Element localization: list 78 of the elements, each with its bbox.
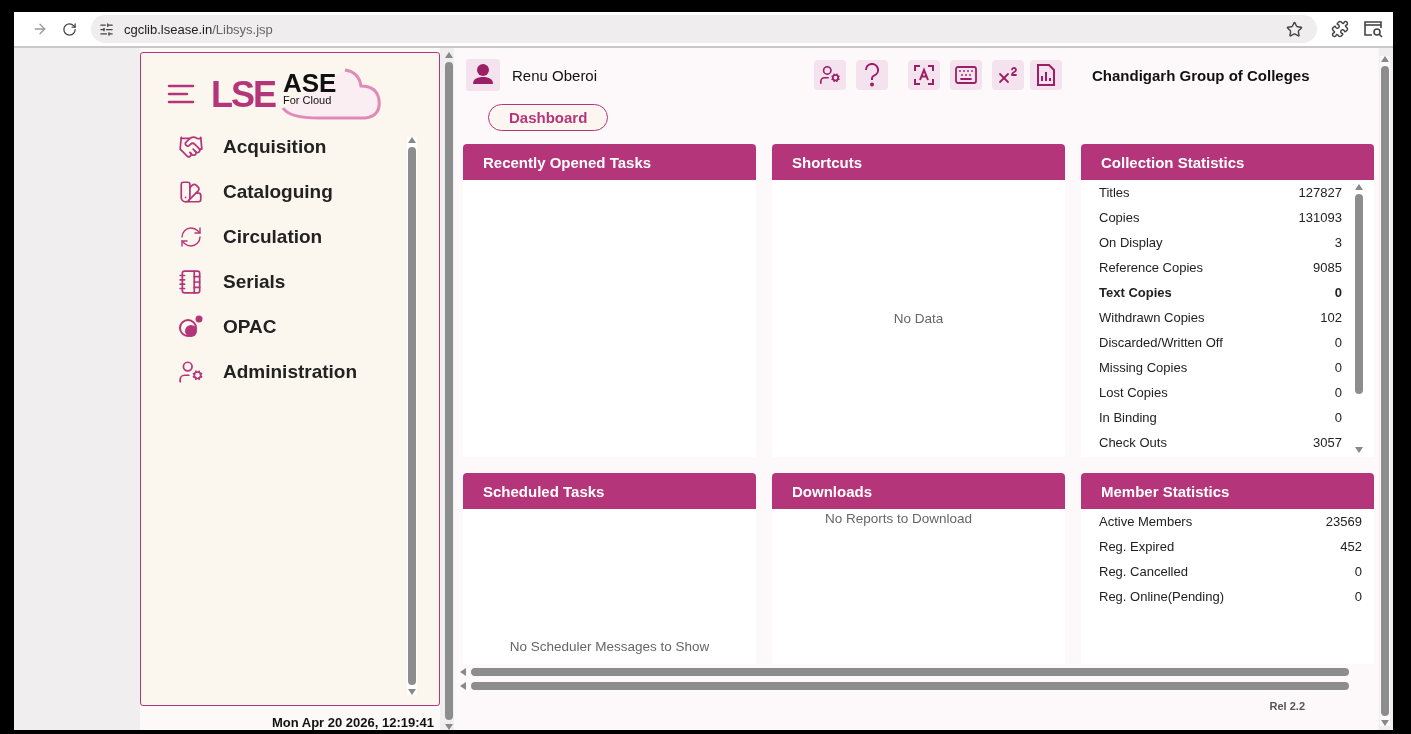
stat-value: 0 [1334, 410, 1342, 425]
stat-label: Copies [1099, 210, 1140, 225]
empty-message: No Reports to Download [824, 511, 973, 526]
stat-label: In Binding [1099, 410, 1157, 425]
user-name: Renu Oberoi [512, 66, 599, 84]
avatar-icon[interactable] [466, 59, 500, 91]
stat-value: 3 [1334, 235, 1342, 250]
logo-tagline: For Cloud [283, 94, 332, 106]
screen-search-icon[interactable] [1363, 20, 1383, 38]
keyboard-icon[interactable] [950, 60, 982, 90]
stat-value: 0 [1334, 385, 1342, 400]
stat-label: Reg. Cancelled [1099, 564, 1188, 579]
panel-title: Collection Statistics [1081, 144, 1374, 180]
sidebar-item[interactable]: Acquisition [177, 131, 407, 163]
stat-label: Lost Copies [1099, 385, 1168, 400]
url-text: cgclib.lsease.in/Libsys.jsp [124, 21, 273, 37]
scrollbar[interactable] [407, 137, 417, 695]
star-icon[interactable] [1286, 20, 1303, 38]
stat-value: 131093 [1298, 210, 1342, 225]
stat-value: 102 [1320, 310, 1342, 325]
panel-title: Downloads [772, 473, 1065, 509]
stat-label: Reg. Online(Pending) [1099, 589, 1225, 604]
sidebar-item[interactable]: OPAC [177, 311, 407, 343]
site-settings-icon[interactable] [99, 21, 114, 37]
dashboard-tab[interactable]: Dashboard [488, 104, 609, 131]
stat-label: Titles [1099, 185, 1130, 200]
stat-value: 3057 [1313, 435, 1342, 450]
circles-icon [177, 314, 205, 340]
stat-value: 127827 [1298, 185, 1342, 200]
empty-message: No Data [893, 311, 944, 326]
panel-title: Recently Opened Tasks [463, 144, 756, 180]
stat-label: Check Outs [1099, 435, 1167, 450]
sidebar-item[interactable]: Circulation [177, 221, 407, 253]
sidebar-item[interactable]: Cataloguing [177, 176, 407, 208]
menu-icon[interactable] [167, 83, 195, 105]
swatch-fan-icon [177, 179, 205, 205]
help-icon[interactable] [856, 60, 888, 90]
forward-icon[interactable] [32, 21, 48, 37]
cloud-logo-icon [279, 68, 383, 120]
stat-label: Missing Copies [1099, 360, 1188, 375]
stat-value: 0 [1334, 335, 1342, 350]
organization-name: Chandigarh Group of Colleges [1092, 66, 1310, 84]
handshake-icon [177, 134, 205, 160]
user-settings-icon [177, 359, 205, 385]
stat-label: Text Copies [1099, 285, 1172, 300]
sidebar-item[interactable]: Serials [177, 266, 407, 298]
superscript-icon[interactable] [992, 60, 1024, 90]
panel-title: Shortcuts [772, 144, 1065, 180]
text-scan-icon[interactable] [908, 60, 940, 90]
stat-label: Active Members [1099, 514, 1193, 529]
scrollbar[interactable] [1380, 56, 1390, 726]
stat-value: 452 [1340, 539, 1362, 554]
sidebar-item[interactable]: Administration [177, 356, 407, 388]
puzzle-icon[interactable] [1331, 20, 1349, 38]
stat-value: 0 [1334, 285, 1342, 300]
logo-text: LSE [211, 74, 275, 116]
stat-label: Discarded/Written Off [1099, 335, 1223, 350]
stat-value: 0 [1354, 589, 1362, 604]
stat-value: 0 [1334, 360, 1342, 375]
date-time: Mon Apr 20 2026, 12:19:41 [270, 714, 435, 730]
stat-value: 23569 [1325, 514, 1362, 529]
stat-value: 9085 [1313, 260, 1342, 275]
reload-icon[interactable] [62, 21, 77, 37]
scrollbar[interactable] [1354, 184, 1364, 453]
scrollbar[interactable] [460, 682, 1349, 690]
stat-label: Reference Copies [1099, 260, 1204, 275]
stat-label: Withdrawn Copies [1099, 310, 1205, 325]
stat-value: 0 [1354, 564, 1362, 579]
panel-title: Member Statistics [1081, 473, 1374, 509]
address-bar[interactable]: cgclib.lsease.in/Libsys.jsp [91, 15, 1317, 43]
release-version: Rel 2.2 [1269, 700, 1305, 712]
user-settings-icon[interactable] [814, 60, 846, 90]
stat-label: Reg. Expired [1099, 539, 1175, 554]
report-chart-icon[interactable] [1030, 60, 1062, 90]
scrollbar[interactable] [460, 668, 1349, 676]
panel-title: Scheduled Tasks [463, 473, 756, 509]
empty-message: No Scheduler Messages to Show [509, 639, 710, 654]
stat-label: On Display [1099, 235, 1163, 250]
